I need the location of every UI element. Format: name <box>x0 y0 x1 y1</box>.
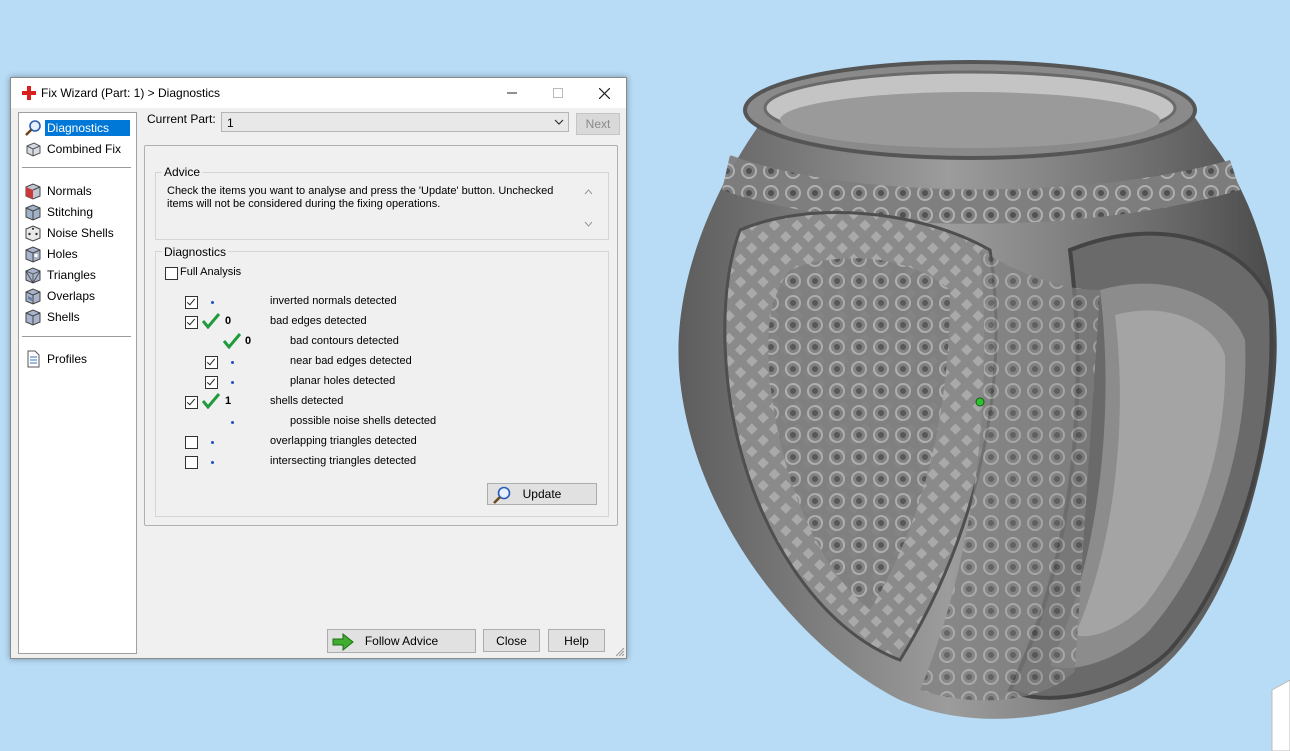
bad-edges-checkbox[interactable] <box>185 316 198 329</box>
check-mark-icon <box>223 333 241 349</box>
document-icon <box>27 350 40 367</box>
sidebar-item-label: Shells <box>47 309 80 324</box>
status-dot <box>231 381 234 384</box>
cubes-icon <box>26 141 41 157</box>
follow-advice-label: Follow Advice <box>364 634 439 648</box>
diagnostic-count: 0 <box>225 315 232 327</box>
inverted-normals-checkbox[interactable] <box>185 296 198 309</box>
scrollbar-arrows-icon <box>584 189 593 227</box>
maximize-button[interactable] <box>535 78 581 108</box>
sidebar-divider <box>22 336 131 337</box>
planar-holes-checkbox[interactable] <box>205 376 218 389</box>
diagnostic-label: overlapping triangles detected <box>270 435 417 447</box>
sidebar-item-profiles[interactable]: Profiles <box>24 349 130 368</box>
advice-line: items will not be considered during the … <box>167 198 441 210</box>
fix-wizard-dialog: Fix Wizard (Part: 1) > Diagnostics Diagn… <box>10 77 627 659</box>
dice-icon <box>25 224 41 242</box>
sidebar-item-normals[interactable]: Normals <box>24 181 130 200</box>
diagnostic-label: possible noise shells detected <box>290 415 437 427</box>
sidebar-item-overlaps[interactable]: Overlaps <box>24 286 130 305</box>
near-bad-edges-checkbox[interactable] <box>205 356 218 369</box>
sidebar-item-noise-shells[interactable]: Noise Shells <box>24 223 130 242</box>
update-label: Update <box>522 487 562 501</box>
title-bar: Fix Wizard (Part: 1) > Diagnostics <box>11 78 626 108</box>
status-dot <box>231 361 234 364</box>
cube-overlaps-icon <box>25 287 41 305</box>
update-button[interactable]: Update <box>487 483 597 505</box>
current-part-label: Current Part: <box>147 112 216 126</box>
diagnostics-group-title: Diagnostics <box>162 245 229 259</box>
shells-checkbox[interactable] <box>185 396 198 409</box>
sidebar-item-shells[interactable]: Shells <box>24 307 130 326</box>
advice-text: Check the items you want to analyse and … <box>167 185 587 211</box>
diagnostic-label: bad contours detected <box>290 335 399 347</box>
full-analysis-label: Full Analysis <box>180 266 242 278</box>
sidebar-item-stitching[interactable]: Stitching <box>24 202 130 221</box>
diagnostic-label: inverted normals detected <box>270 295 397 307</box>
magnifier-icon <box>493 486 511 504</box>
sidebar-item-label: Overlaps <box>47 288 96 303</box>
red-cross-icon <box>22 86 36 100</box>
sidebar-item-label: Triangles <box>47 267 96 282</box>
full-analysis-checkbox[interactable] <box>165 267 178 280</box>
sidebar-item-combined-fix[interactable]: Combined Fix <box>24 139 130 158</box>
green-arrow-icon <box>332 633 354 651</box>
cube-red-face-icon <box>25 182 41 200</box>
status-dot <box>231 421 234 424</box>
cube-shells-icon <box>25 308 41 326</box>
maximize-icon <box>553 88 563 98</box>
diagnostic-label: bad edges detected <box>270 315 367 327</box>
view-cube-icon[interactable] <box>1268 680 1290 751</box>
status-dot <box>211 441 214 444</box>
status-dot <box>211 301 214 304</box>
advice-scrollbar[interactable] <box>581 184 596 232</box>
diagnostic-label: planar holes detected <box>290 375 396 387</box>
help-button[interactable]: Help <box>548 629 605 652</box>
sidebar-item-label: Stitching <box>47 204 94 219</box>
sidebar-item-label: Normals <box>47 183 92 198</box>
ornate-signet-ring-icon[interactable] <box>650 50 1290 740</box>
diagnostic-label: intersecting triangles detected <box>270 455 417 467</box>
diagnostic-count: 1 <box>225 395 232 407</box>
diagnostic-label: shells detected <box>270 395 344 407</box>
current-part-select[interactable]: 1 <box>221 112 569 132</box>
cube-holes-icon <box>25 245 41 263</box>
advice-line: Check the items you want to analyse and … <box>167 185 554 197</box>
sidebar-item-label: Holes <box>47 246 78 261</box>
next-button[interactable]: Next <box>576 113 620 135</box>
sidebar-item-label: Profiles <box>47 351 88 366</box>
magnifier-icon <box>25 119 41 136</box>
diagnostic-count: 0 <box>245 335 252 347</box>
window-title: Fix Wizard (Part: 1) > Diagnostics <box>41 86 221 100</box>
sidebar-divider <box>22 167 131 168</box>
current-part-value: 1 <box>227 116 234 130</box>
diagnostic-label: near bad edges detected <box>290 355 412 367</box>
sidebar-item-label: Diagnostics <box>45 119 130 136</box>
cube-stitching-icon <box>25 203 41 221</box>
sidebar-item-label: Combined Fix <box>47 141 122 156</box>
advice-group-title: Advice <box>162 165 203 179</box>
intersecting-triangles-checkbox[interactable] <box>185 456 198 469</box>
close-icon <box>598 87 610 99</box>
status-dot <box>211 461 214 464</box>
sidebar-item-label: Noise Shells <box>47 225 114 240</box>
sidebar-item-holes[interactable]: Holes <box>24 244 130 263</box>
chevron-down-icon <box>554 119 564 125</box>
check-mark-icon <box>202 393 220 409</box>
minimize-button[interactable] <box>489 78 535 108</box>
cube-triangles-icon <box>25 266 41 284</box>
follow-advice-button[interactable]: Follow Advice <box>327 629 476 653</box>
minimize-icon <box>507 92 517 94</box>
sidebar-item-triangles[interactable]: Triangles <box>24 265 130 284</box>
overlapping-triangles-checkbox[interactable] <box>185 436 198 449</box>
sidebar-item-diagnostics[interactable]: Diagnostics <box>24 118 130 137</box>
resize-grip-icon[interactable] <box>615 647 625 657</box>
close-button[interactable]: Close <box>483 629 540 652</box>
check-mark-icon <box>202 313 220 329</box>
wizard-sidebar: Diagnostics Combined Fix Normals Stitchi… <box>18 112 137 654</box>
close-window-button[interactable] <box>581 78 627 108</box>
